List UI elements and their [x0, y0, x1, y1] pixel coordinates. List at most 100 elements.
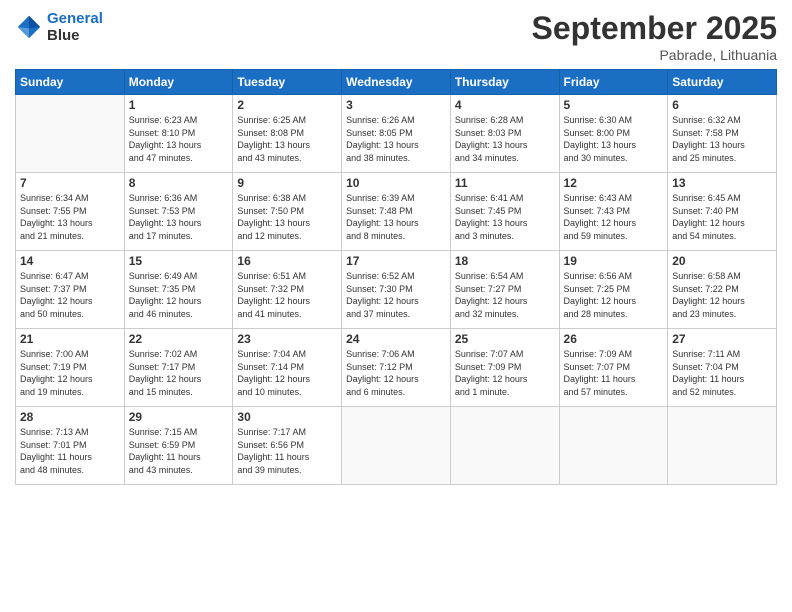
calendar-cell: 21 Sunrise: 7:00 AMSunset: 7:19 PMDayligh…: [16, 329, 125, 407]
calendar: Sunday Monday Tuesday Wednesday Thursday…: [15, 69, 777, 485]
calendar-cell: [16, 95, 125, 173]
day-number: 8: [129, 176, 229, 190]
calendar-cell: 15Sunrise: 6:49 AMSunset: 7:35 PMDayligh…: [124, 251, 233, 329]
calendar-cell: [342, 407, 451, 485]
day-info: Sunrise: 7:13 AMSunset: 7:01 PMDaylight:…: [20, 426, 120, 476]
calendar-cell: 6 Sunrise: 6:32 AMSunset: 7:58 PMDaylight…: [668, 95, 777, 173]
calendar-cell: 22 Sunrise: 7:02 AMSunset: 7:17 PMDayligh…: [124, 329, 233, 407]
day-number: 6: [672, 98, 772, 112]
month-title: September 2025: [532, 10, 777, 47]
day-number: 26: [564, 332, 664, 346]
header-thursday: Thursday: [450, 70, 559, 95]
day-number: 22: [129, 332, 229, 346]
calendar-cell: 23 Sunrise: 7:04 AMSunset: 7:14 PMDayligh…: [233, 329, 342, 407]
logo: General Blue: [15, 10, 103, 44]
title-area: September 2025 Pabrade, Lithuania: [532, 10, 777, 63]
day-number: 17: [346, 254, 446, 268]
calendar-cell: 16Sunrise: 6:51 AMSunset: 7:32 PMDayligh…: [233, 251, 342, 329]
calendar-cell: [668, 407, 777, 485]
calendar-cell: 13 Sunrise: 6:45 AMSunset: 7:40 PMDayligh…: [668, 173, 777, 251]
week-row-4: 21 Sunrise: 7:00 AMSunset: 7:19 PMDayligh…: [16, 329, 777, 407]
day-info: Sunrise: 6:51 AMSunset: 7:32 PMDaylight:…: [237, 270, 337, 320]
calendar-cell: 7Sunrise: 6:34 AMSunset: 7:55 PMDaylight…: [16, 173, 125, 251]
day-number: 27: [672, 332, 772, 346]
day-number: 12: [564, 176, 664, 190]
day-info: Sunrise: 6:52 AMSunset: 7:30 PMDaylight:…: [346, 270, 446, 320]
day-info: Sunrise: 7:09 AMSunset: 7:07 PMDaylight:…: [564, 348, 664, 398]
calendar-cell: 9 Sunrise: 6:38 AMSunset: 7:50 PMDaylight…: [233, 173, 342, 251]
calendar-cell: 30 Sunrise: 7:17 AMSunset: 6:56 PMDayligh…: [233, 407, 342, 485]
calendar-cell: 25 Sunrise: 7:07 AMSunset: 7:09 PMDayligh…: [450, 329, 559, 407]
calendar-cell: 19 Sunrise: 6:56 AMSunset: 7:25 PMDayligh…: [559, 251, 668, 329]
day-number: 28: [20, 410, 120, 424]
day-info: Sunrise: 7:00 AMSunset: 7:19 PMDaylight:…: [20, 348, 120, 398]
day-number: 18: [455, 254, 555, 268]
calendar-cell: 27 Sunrise: 7:11 AMSunset: 7:04 PMDayligh…: [668, 329, 777, 407]
calendar-cell: [559, 407, 668, 485]
day-info: Sunrise: 6:23 AMSunset: 8:10 PMDaylight:…: [129, 114, 229, 164]
day-info: Sunrise: 6:28 AMSunset: 8:03 PMDaylight:…: [455, 114, 555, 164]
page: General Blue September 2025 Pabrade, Lit…: [0, 0, 792, 612]
day-info: Sunrise: 6:45 AMSunset: 7:40 PMDaylight:…: [672, 192, 772, 242]
day-number: 29: [129, 410, 229, 424]
day-info: Sunrise: 7:07 AMSunset: 7:09 PMDaylight:…: [455, 348, 555, 398]
calendar-cell: 28 Sunrise: 7:13 AMSunset: 7:01 PMDayligh…: [16, 407, 125, 485]
day-info: Sunrise: 6:32 AMSunset: 7:58 PMDaylight:…: [672, 114, 772, 164]
day-info: Sunrise: 6:26 AMSunset: 8:05 PMDaylight:…: [346, 114, 446, 164]
calendar-cell: [450, 407, 559, 485]
day-info: Sunrise: 6:39 AMSunset: 7:48 PMDaylight:…: [346, 192, 446, 242]
day-number: 7: [20, 176, 120, 190]
day-info: Sunrise: 6:49 AMSunset: 7:35 PMDaylight:…: [129, 270, 229, 320]
calendar-cell: 12 Sunrise: 6:43 AMSunset: 7:43 PMDayligh…: [559, 173, 668, 251]
day-number: 13: [672, 176, 772, 190]
day-number: 9: [237, 176, 337, 190]
header-saturday: Saturday: [668, 70, 777, 95]
calendar-cell: 5 Sunrise: 6:30 AMSunset: 8:00 PMDaylight…: [559, 95, 668, 173]
header-tuesday: Tuesday: [233, 70, 342, 95]
day-info: Sunrise: 6:38 AMSunset: 7:50 PMDaylight:…: [237, 192, 337, 242]
day-info: Sunrise: 6:56 AMSunset: 7:25 PMDaylight:…: [564, 270, 664, 320]
header-sunday: Sunday: [16, 70, 125, 95]
day-number: 4: [455, 98, 555, 112]
week-row-5: 28 Sunrise: 7:13 AMSunset: 7:01 PMDayligh…: [16, 407, 777, 485]
calendar-cell: 24 Sunrise: 7:06 AMSunset: 7:12 PMDayligh…: [342, 329, 451, 407]
day-info: Sunrise: 6:54 AMSunset: 7:27 PMDaylight:…: [455, 270, 555, 320]
day-number: 2: [237, 98, 337, 112]
week-row-2: 7Sunrise: 6:34 AMSunset: 7:55 PMDaylight…: [16, 173, 777, 251]
day-info: Sunrise: 7:04 AMSunset: 7:14 PMDaylight:…: [237, 348, 337, 398]
day-info: Sunrise: 6:43 AMSunset: 7:43 PMDaylight:…: [564, 192, 664, 242]
weekday-header-row: Sunday Monday Tuesday Wednesday Thursday…: [16, 70, 777, 95]
day-number: 14: [20, 254, 120, 268]
calendar-cell: 3 Sunrise: 6:26 AMSunset: 8:05 PMDaylight…: [342, 95, 451, 173]
day-number: 19: [564, 254, 664, 268]
day-number: 25: [455, 332, 555, 346]
day-number: 10: [346, 176, 446, 190]
calendar-cell: 17 Sunrise: 6:52 AMSunset: 7:30 PMDayligh…: [342, 251, 451, 329]
calendar-cell: 29Sunrise: 7:15 AMSunset: 6:59 PMDayligh…: [124, 407, 233, 485]
day-number: 5: [564, 98, 664, 112]
location: Pabrade, Lithuania: [532, 47, 777, 63]
day-number: 23: [237, 332, 337, 346]
day-info: Sunrise: 6:30 AMSunset: 8:00 PMDaylight:…: [564, 114, 664, 164]
calendar-cell: 10 Sunrise: 6:39 AMSunset: 7:48 PMDayligh…: [342, 173, 451, 251]
calendar-cell: 18 Sunrise: 6:54 AMSunset: 7:27 PMDayligh…: [450, 251, 559, 329]
day-info: Sunrise: 6:47 AMSunset: 7:37 PMDaylight:…: [20, 270, 120, 320]
day-number: 21: [20, 332, 120, 346]
week-row-1: 1Sunrise: 6:23 AMSunset: 8:10 PMDaylight…: [16, 95, 777, 173]
day-info: Sunrise: 7:17 AMSunset: 6:56 PMDaylight:…: [237, 426, 337, 476]
day-number: 30: [237, 410, 337, 424]
day-number: 3: [346, 98, 446, 112]
calendar-cell: 2 Sunrise: 6:25 AMSunset: 8:08 PMDaylight…: [233, 95, 342, 173]
day-info: Sunrise: 6:41 AMSunset: 7:45 PMDaylight:…: [455, 192, 555, 242]
day-info: Sunrise: 7:11 AMSunset: 7:04 PMDaylight:…: [672, 348, 772, 398]
calendar-cell: 4 Sunrise: 6:28 AMSunset: 8:03 PMDaylight…: [450, 95, 559, 173]
calendar-cell: 14 Sunrise: 6:47 AMSunset: 7:37 PMDayligh…: [16, 251, 125, 329]
logo-text: General Blue: [47, 10, 103, 44]
calendar-cell: 1Sunrise: 6:23 AMSunset: 8:10 PMDaylight…: [124, 95, 233, 173]
day-number: 24: [346, 332, 446, 346]
day-info: Sunrise: 6:25 AMSunset: 8:08 PMDaylight:…: [237, 114, 337, 164]
day-info: Sunrise: 7:02 AMSunset: 7:17 PMDaylight:…: [129, 348, 229, 398]
day-info: Sunrise: 7:06 AMSunset: 7:12 PMDaylight:…: [346, 348, 446, 398]
calendar-cell: 26 Sunrise: 7:09 AMSunset: 7:07 PMDayligh…: [559, 329, 668, 407]
header: General Blue September 2025 Pabrade, Lit…: [15, 10, 777, 63]
